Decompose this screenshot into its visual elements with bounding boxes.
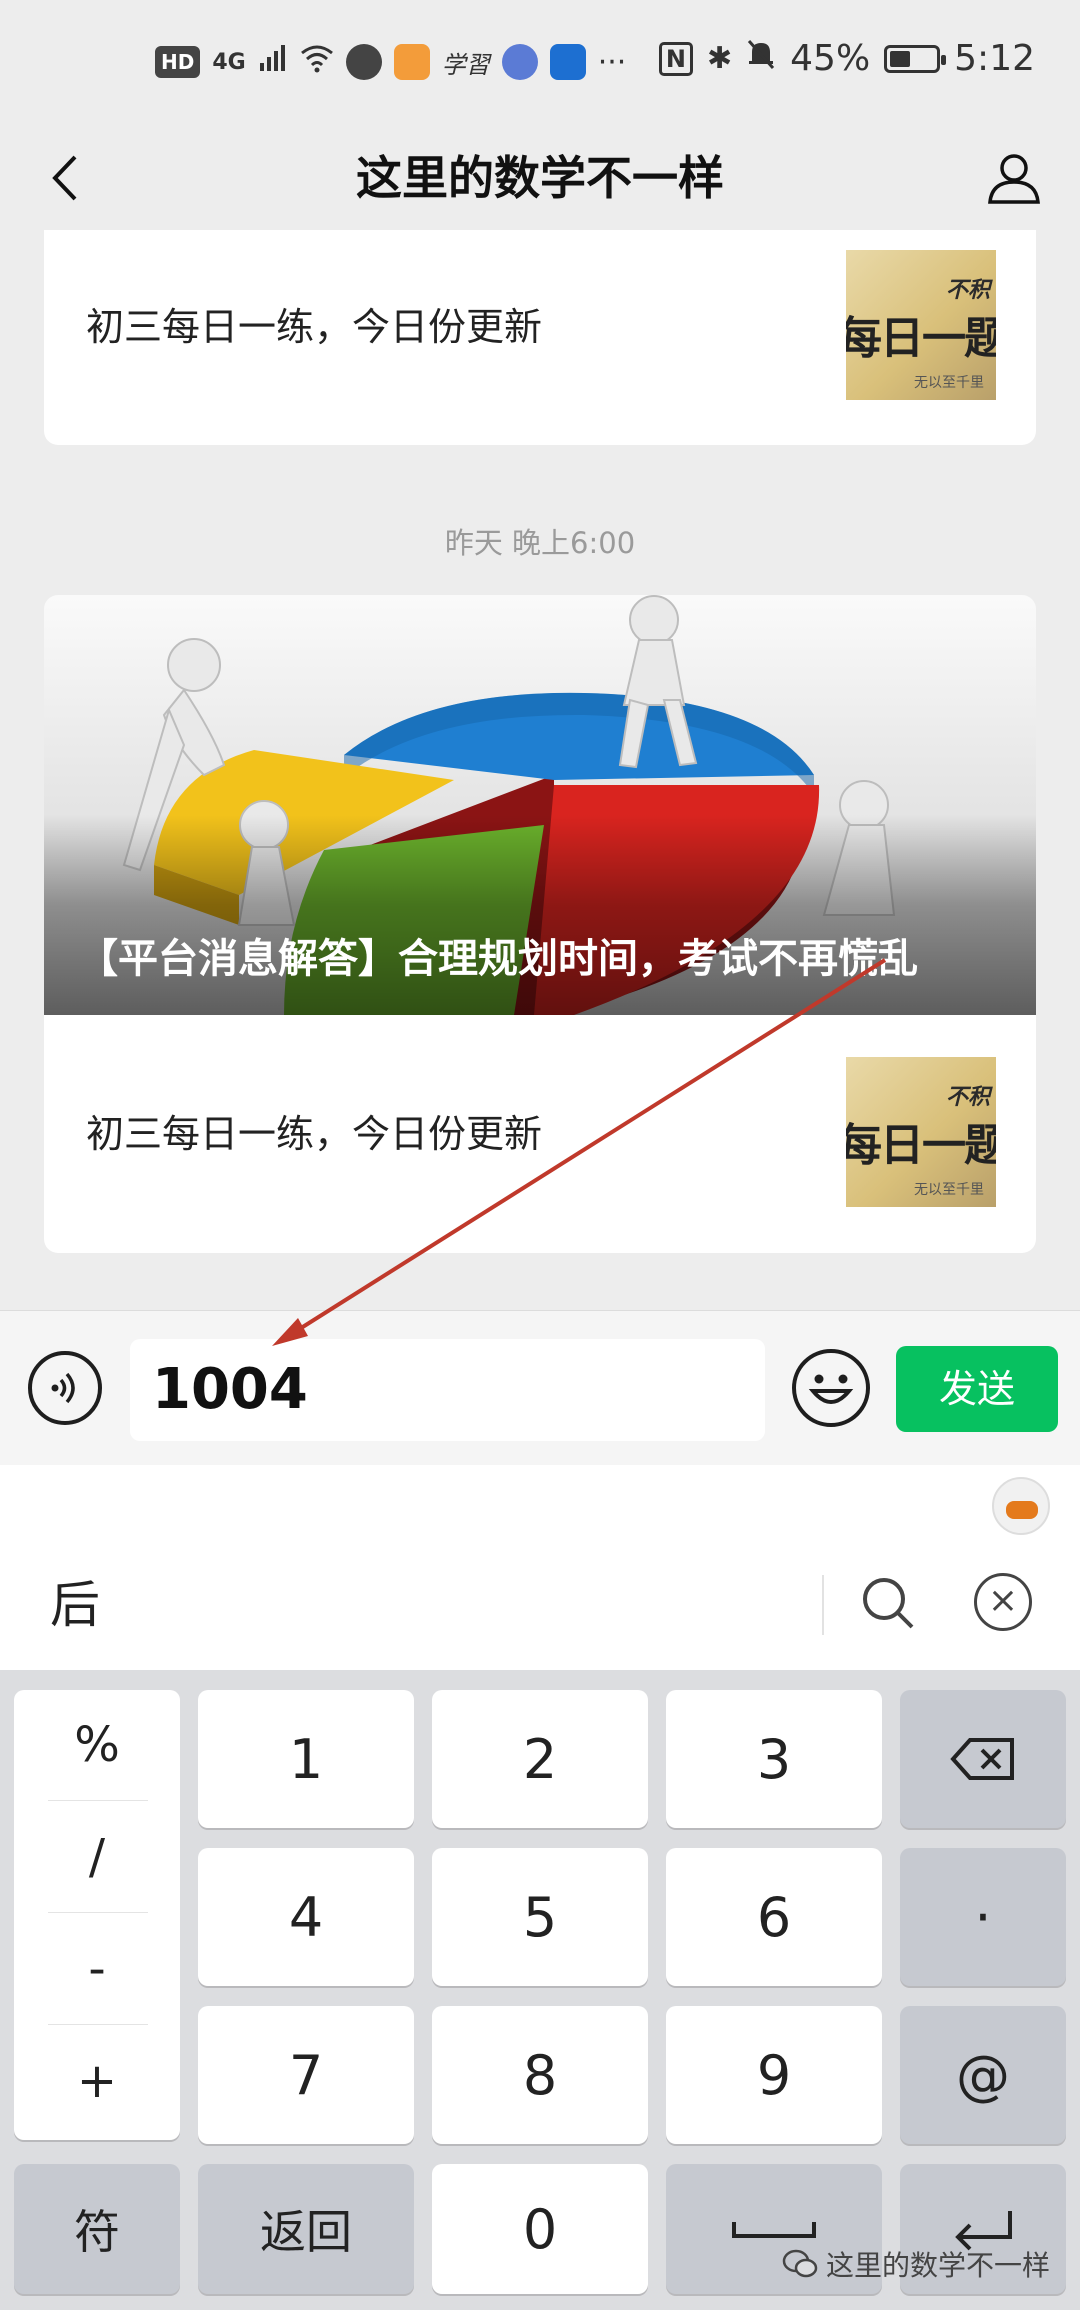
signal-icon <box>258 43 288 81</box>
ime-divider <box>822 1575 824 1635</box>
thumb-line3: 无以至千里 <box>914 375 984 391</box>
more-notifications-icon: ··· <box>597 44 627 80</box>
article-card-1[interactable]: 初三每日一练，今日份更新 不积 每日一题 无以至千里 <box>44 230 1036 445</box>
symbol-column[interactable]: % / - + <box>14 1690 180 2140</box>
ime-close-button[interactable]: × <box>974 1573 1032 1631</box>
smiley-icon <box>808 1374 854 1404</box>
key-9[interactable]: 9 <box>666 2006 882 2144</box>
key-percent[interactable]: % <box>14 1690 180 1800</box>
title-bar: 这里的数学不一样 <box>0 125 1080 230</box>
wifi-icon <box>300 43 334 81</box>
thumb-line2: 每日一题 <box>846 1120 996 1171</box>
send-button[interactable]: 发送 <box>896 1346 1058 1432</box>
article-thumbnail: 不积 每日一题 无以至千里 <box>846 250 996 400</box>
thumb-line3: 无以至千里 <box>914 1182 984 1198</box>
article-thumbnail: 不积 每日一题 无以至千里 <box>846 1057 996 1207</box>
key-0[interactable]: 0 <box>432 2164 648 2294</box>
key-minus[interactable]: - <box>14 1914 180 2024</box>
nfc-icon: N <box>658 41 693 76</box>
key-plus[interactable]: + <box>14 2026 180 2136</box>
hd-badge: HD <box>155 46 201 78</box>
person-icon <box>988 154 1040 204</box>
clock: 5:12 <box>954 38 1035 79</box>
symbol-divider <box>48 1912 148 1913</box>
message-timestamp: 昨天 晚上6:00 <box>444 526 636 560</box>
profile-button[interactable] <box>976 140 1052 216</box>
ime-mascot-icon[interactable] <box>992 1477 1050 1535</box>
key-slash[interactable]: / <box>14 1802 180 1912</box>
return-key[interactable]: 返回 <box>198 2164 414 2294</box>
voice-button[interactable] <box>28 1351 102 1425</box>
symbol-divider <box>48 2024 148 2025</box>
thumb-line1: 不积 <box>945 1085 990 1110</box>
page-title: 这里的数学不一样 <box>356 151 724 205</box>
app-video-icon <box>393 44 430 80</box>
symbols-key[interactable]: 符 <box>14 2164 180 2294</box>
mute-bell-icon <box>746 38 776 79</box>
thumb-line1: 不积 <box>945 278 990 303</box>
article-card-2[interactable]: 【平台消息解答】合理规划时间，考试不再慌乱 初三每日一练，今日份更新 不积 每日… <box>44 595 1036 1253</box>
battery-fill <box>890 50 911 67</box>
key-at[interactable]: @ <box>900 2006 1066 2144</box>
app-music-icon <box>501 44 538 80</box>
article-row[interactable]: 初三每日一练，今日份更新 不积 每日一题 无以至千里 <box>44 1015 1036 1253</box>
article-title: 初三每日一练，今日份更新 <box>86 1112 543 1156</box>
message-input[interactable]: 1004 <box>130 1339 765 1441</box>
wechat-icon <box>782 2249 818 2278</box>
article-title: 初三每日一练，今日份更新 <box>86 305 543 349</box>
status-bar: HD 4G 学習 ··· N ✱ 45% 5:12 <box>0 0 1080 125</box>
watermark-text: 这里的数学不一样 <box>825 2249 1050 2282</box>
app-ball-icon <box>345 44 382 80</box>
key-2[interactable]: 2 <box>432 1690 648 1828</box>
key-6[interactable]: 6 <box>666 1848 882 1986</box>
key-dot[interactable]: · <box>900 1848 1066 1986</box>
space-icon <box>732 2222 816 2238</box>
emoji-button[interactable] <box>792 1349 870 1427</box>
hero-article[interactable]: 【平台消息解答】合理规划时间，考试不再慌乱 <box>44 595 1036 1015</box>
key-3[interactable]: 3 <box>666 1690 882 1828</box>
status-right: N ✱ 45% 5:12 <box>658 38 1035 79</box>
status-left: HD 4G 学習 ··· <box>155 40 626 84</box>
numeric-keyboard: % / - + 1 2 3 4 5 6 · 7 8 9 @ 符 返回 0 这里的… <box>0 1670 1080 2310</box>
backspace-key[interactable] <box>900 1690 1066 1828</box>
battery-percent: 45% <box>790 38 871 79</box>
key-4[interactable]: 4 <box>198 1848 414 1986</box>
key-8[interactable]: 8 <box>432 2006 648 2144</box>
network-label: 4G <box>212 49 246 75</box>
ime-candidate[interactable]: 后 <box>50 1565 100 1637</box>
thumb-line2: 每日一题 <box>846 313 996 364</box>
ime-search-button[interactable] <box>858 1573 918 1633</box>
app-study-label: 学習 <box>441 50 490 79</box>
watermark: 这里的数学不一样 <box>782 2244 1050 2284</box>
ime-candidate-bar: 后 × <box>0 1465 1080 1670</box>
hero-article-title: 【平台消息解答】合理规划时间，考试不再慌乱 <box>78 936 918 982</box>
symbol-divider <box>48 1800 148 1801</box>
article-row[interactable]: 初三每日一练，今日份更新 不积 每日一题 无以至千里 <box>44 230 1036 445</box>
message-input-bar: 1004 发送 <box>0 1310 1080 1465</box>
app-bulb-icon <box>549 44 586 80</box>
key-1[interactable]: 1 <box>198 1690 414 1828</box>
key-5[interactable]: 5 <box>432 1848 648 1986</box>
battery-icon <box>884 44 947 73</box>
search-icon <box>863 1578 914 1629</box>
backspace-icon <box>950 1738 1014 1780</box>
voice-icon <box>51 1372 75 1404</box>
bluetooth-icon: ✱ <box>707 41 733 76</box>
key-7[interactable]: 7 <box>198 2006 414 2144</box>
